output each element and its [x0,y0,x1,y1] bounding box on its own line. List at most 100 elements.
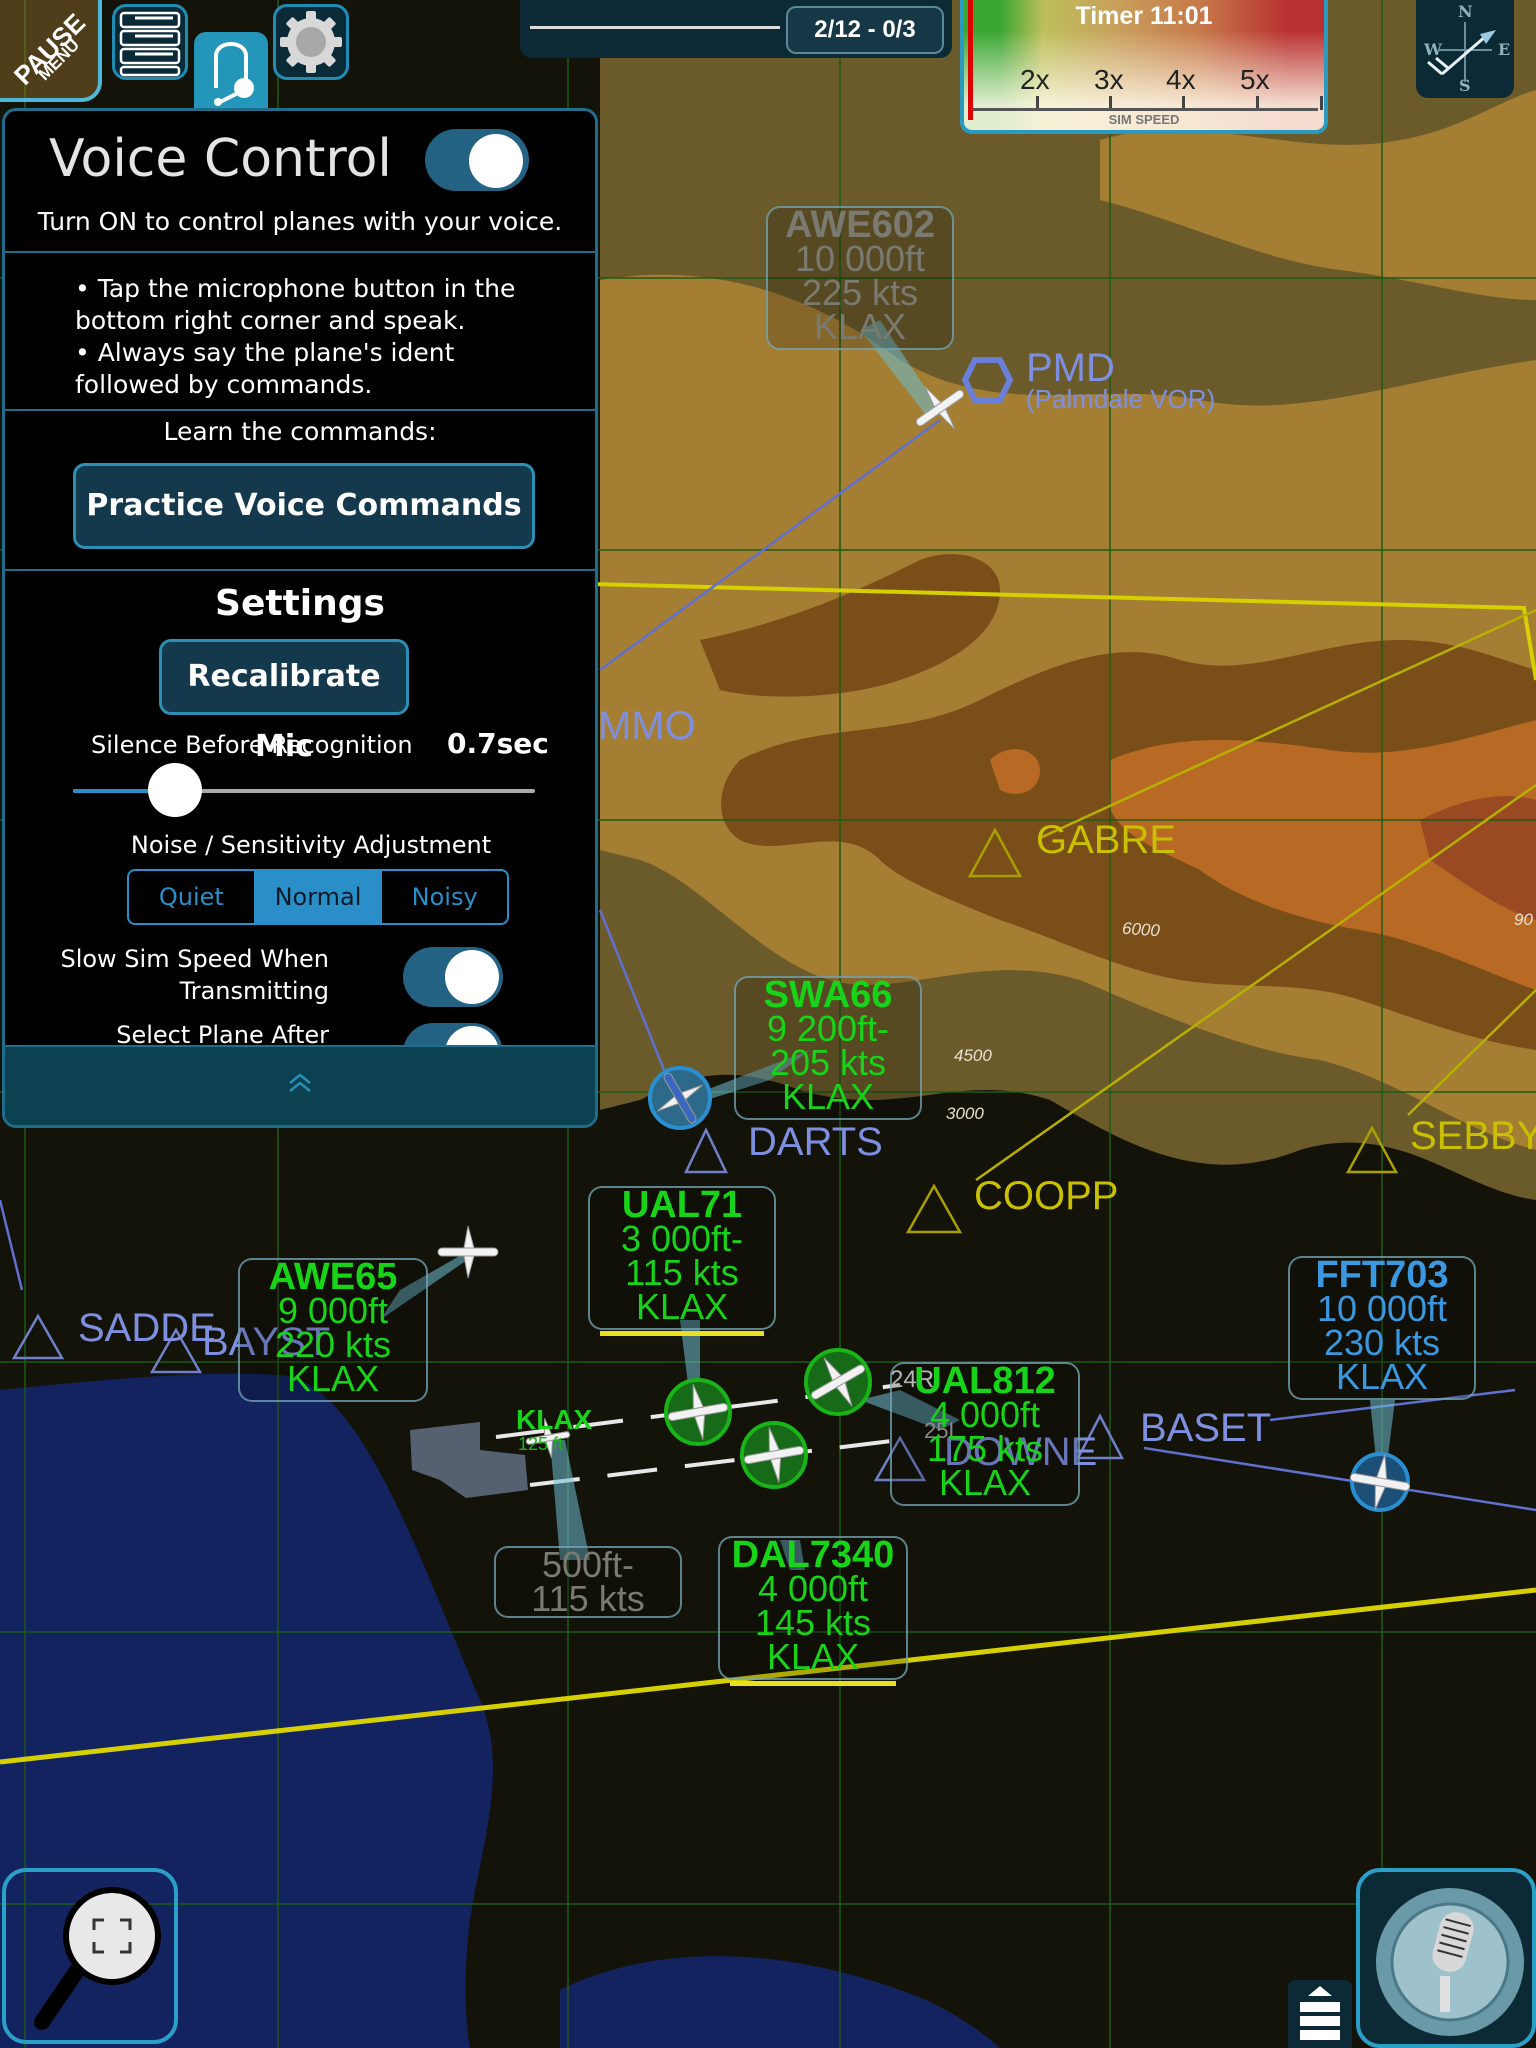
settings-button[interactable] [273,4,349,80]
aircraft-tag-fft703[interactable]: FFT703 10 000ft 230 kts KLAX [1288,1256,1476,1400]
divider [5,569,595,571]
tag-callsign: SWA66 [763,974,893,1016]
microphone-icon [1376,1888,1524,2036]
flight-strips-button[interactable] [112,4,188,80]
airport-code[interactable]: KLAX [516,1404,592,1436]
speed-tick-3x: 3x [1094,64,1124,95]
aircraft-tag-awe602[interactable]: AWE602 10 000ft 225 kts KLAX [766,206,954,350]
tag-speed: 205 kts [769,1042,887,1083]
compass-wind-indicator: N S E W [1416,0,1514,98]
tag-altitude: 4 000ft [757,1568,869,1609]
tag-altitude: 10 000ft [794,238,926,279]
voice-header-section: Voice Control Turn ON to control planes … [5,111,595,253]
slider-thumb[interactable] [147,763,202,817]
panel-subtitle: Turn ON to control planes with your voic… [37,207,563,236]
slow-sim-label: Slow Sim Speed When Transmitting [60,943,329,1007]
gear-icon [280,11,342,73]
timer-label: Timer 11:01 [1075,2,1213,30]
flight-strips-icon [119,11,181,77]
zoom-fit-button[interactable] [2,1868,178,2044]
noise-segmented-control: Quiet Normal Noisy [127,869,509,925]
sim-speed-control[interactable]: Timer 11:01 2x 3x 4x 5x SIM SPEED [960,0,1328,134]
speed-tick-5x: 5x [1240,64,1270,95]
tag-callsign: DAL7340 [731,1534,895,1576]
airport-elevation: 125 ft [518,1434,564,1454]
noise-option-quiet[interactable]: Quiet [129,871,254,923]
push-to-talk-mic-button[interactable] [1356,1868,1536,2048]
waypoint-coopp[interactable]: COOPP [974,1174,1118,1219]
voice-control-toggle[interactable] [425,129,529,191]
aircraft-tag-ual71[interactable]: UAL71 3 000ft- 115 kts KLAX [588,1184,776,1336]
tag-destination: KLAX [766,1636,860,1677]
silence-label: Silence Before Recognition [91,731,413,759]
layers-up-icon [1300,1986,1340,2040]
noise-option-noisy[interactable]: Noisy [380,871,507,923]
tag-speed: 115 kts [531,1578,645,1619]
instruction-line: followed by commands. [75,370,373,399]
aircraft-tag-departing[interactable]: 500ft- 115 kts [494,1546,682,1618]
tag-altitude: 9 000ft [277,1290,389,1331]
instruction-line: • Always say the plane's ident [75,338,455,367]
silence-value: 0.7sec [447,727,549,760]
practice-voice-commands-button[interactable]: Practice Voice Commands [73,463,535,549]
tag-destination: KLAX [938,1462,1032,1503]
tag-destination: KLAX [813,306,907,347]
contour-label-6000: 6000 [1121,918,1161,941]
waypoint-baset[interactable]: BASET [1140,1406,1271,1451]
tag-callsign: AWE602 [785,204,935,246]
tag-destination: KLAX [1335,1356,1429,1397]
tag-altitude: 10 000ft [1316,1288,1448,1329]
waypoint-gabre[interactable]: GABRE [1036,818,1176,863]
tag-destination: KLAX [286,1358,380,1399]
aircraft-tag-awe65[interactable]: AWE65 9 000ft 220 kts KLAX [238,1258,428,1402]
pause-menu-button[interactable]: PAUSE MENU [0,0,102,102]
waypoint-darts[interactable]: DARTS [748,1120,883,1165]
tag-altitude: 3 000ft- [620,1218,744,1259]
noise-option-normal[interactable]: Normal [253,871,381,923]
progress-bar [530,26,780,29]
instruction-line: • Tap the microphone button in the [75,274,516,303]
tag-speed: 230 kts [1323,1322,1441,1363]
recalibrate-mic-button[interactable]: Recalibrate Mic [159,639,409,764]
waypoint-sadde[interactable]: SADDE [78,1306,216,1351]
contour-label-4500: 4500 [954,1046,992,1065]
panel-title: Voice Control [49,129,392,189]
noise-sensitivity-label: Noise / Sensitivity Adjustment [130,831,492,859]
tag-callsign: FFT703 [1315,1254,1449,1296]
speed-tick-4x: 4x [1166,64,1196,95]
collapse-panel-button[interactable] [5,1045,595,1125]
waypoint-mmo[interactable]: MMO [598,704,696,749]
wave-count-badge: 2/12 - 0/3 [786,6,944,54]
voice-control-panel: Voice Control Turn ON to control planes … [2,108,598,1128]
aircraft-tag-dal7340[interactable]: DAL7340 4 000ft 145 kts KLAX [718,1534,908,1686]
learn-commands-label: Learn the commands: [163,417,437,446]
level-progress-panel: 2/12 - 0/3 [520,0,952,58]
speed-indicator[interactable] [968,0,973,120]
contour-label-3000: 3000 [946,1104,984,1123]
waypoint-sebby[interactable]: SEBBY [1410,1114,1536,1159]
tag-altitude: 4 000ft [929,1394,1041,1435]
vor-subtitle: (Palmdale VOR) [1026,384,1216,414]
voice-control-tab-button[interactable] [194,32,268,112]
instructions-section: • Tap the microphone button in the botto… [5,253,595,411]
contour-label-90: 90 [1514,910,1533,929]
layers-button[interactable] [1288,1980,1352,2048]
wind-barb-icon [1427,22,1496,82]
headset-icon [214,42,254,106]
slow-sim-toggle[interactable] [403,947,503,1007]
tag-callsign: AWE65 [268,1256,398,1298]
tag-altitude: 500ft- [541,1544,635,1585]
tag-altitude: 9 200ft- [766,1008,890,1049]
landing-clearance-bar [730,1681,896,1686]
speed-tick-2x: 2x [1020,64,1050,95]
tag-speed: 115 kts [625,1252,739,1293]
aircraft-tag-swa66[interactable]: SWA66 9 200ft- 205 kts KLAX [734,976,922,1120]
tag-destination: KLAX [635,1286,729,1327]
magnifier-fit-icon [34,1887,161,2030]
slow-sim-label-line2: Transmitting [179,977,329,1005]
tag-callsign: UAL71 [621,1184,743,1226]
tag-destination: KLAX [781,1076,875,1117]
tag-speed: 145 kts [754,1602,872,1643]
aircraft-tag-ual812[interactable]: UAL812 4 000ft 175 kts KLAX [890,1362,1080,1506]
silence-slider[interactable] [73,763,535,817]
